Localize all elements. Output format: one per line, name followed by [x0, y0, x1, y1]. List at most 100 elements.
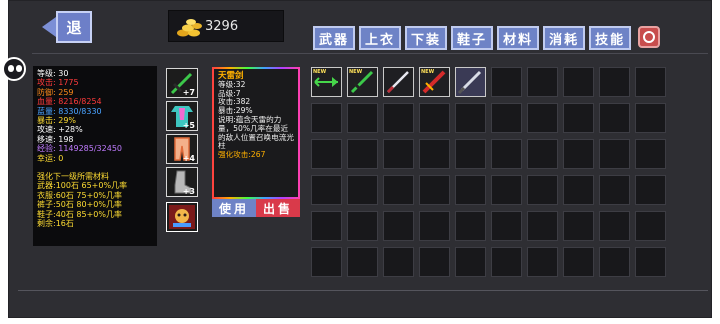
inventory-slot[interactable] [491, 211, 522, 241]
inventory-slot[interactable] [527, 67, 558, 97]
inventory-slot[interactable] [383, 247, 414, 277]
close-button[interactable] [638, 26, 660, 48]
inventory-slot[interactable] [311, 139, 342, 169]
stat-line: 攻击: 1775 [37, 78, 79, 88]
tab-shoes[interactable]: 鞋子 [451, 26, 494, 50]
inventory-slot[interactable] [527, 139, 558, 169]
tab-consumable[interactable]: 消耗 [543, 26, 586, 50]
inventory-slot[interactable] [491, 139, 522, 169]
equip-slot-skill[interactable] [166, 202, 198, 232]
inventory-slot[interactable] [635, 103, 666, 133]
back-button-label: 退 [56, 11, 92, 43]
inventory-slot[interactable] [347, 247, 378, 277]
inventory-slot[interactable] [347, 139, 378, 169]
equip-slot-bottom[interactable]: +4 [166, 134, 198, 164]
inventory-slot[interactable] [527, 211, 558, 241]
gold-counter: 3296 [168, 10, 284, 42]
inventory-slot[interactable] [599, 247, 630, 277]
equip-slot-shoes[interactable]: +3 [166, 167, 198, 197]
inventory-slot[interactable] [563, 103, 594, 133]
inventory-slot[interactable] [419, 139, 450, 169]
inventory-slot[interactable] [563, 139, 594, 169]
character-face-icon[interactable] [2, 57, 26, 81]
inventory-slot[interactable] [599, 103, 630, 133]
equip-slot-weapon[interactable]: +7 [166, 68, 198, 98]
stat-line: 血量: 8216/8254 [37, 97, 102, 107]
item-actions: 使用 出售 [212, 199, 300, 217]
tab-skill[interactable]: 技能 [589, 26, 632, 50]
inventory-slot[interactable] [419, 211, 450, 241]
inventory-slot[interactable] [383, 139, 414, 169]
inventory-slot[interactable] [491, 247, 522, 277]
inventory-slot[interactable] [491, 67, 522, 97]
inventory-slot[interactable] [491, 103, 522, 133]
stat-line: 剩余:16石 [37, 219, 74, 229]
enhance-level: +5 [182, 121, 195, 130]
inventory-slot[interactable] [635, 67, 666, 97]
inventory-slot[interactable] [599, 175, 630, 205]
inventory-slot[interactable]: NEW [311, 67, 342, 97]
inventory-slot[interactable] [419, 175, 450, 205]
inventory-slot[interactable] [311, 103, 342, 133]
inventory-slot[interactable] [455, 247, 486, 277]
stat-line: 衣服:60石 75+0%几率 [37, 190, 122, 200]
equip-slot-top[interactable]: +5 [166, 101, 198, 131]
back-button[interactable]: 退 [42, 11, 94, 43]
inventory-slot[interactable] [563, 247, 594, 277]
inventory-slot[interactable] [635, 139, 666, 169]
inventory-slot[interactable] [311, 211, 342, 241]
new-badge: NEW [421, 69, 435, 75]
sell-button[interactable]: 出售 [256, 199, 300, 217]
tab-material[interactable]: 材料 [497, 26, 540, 50]
inventory-slot[interactable] [347, 175, 378, 205]
tab-top[interactable]: 上衣 [359, 26, 402, 50]
inventory-slot[interactable] [455, 139, 486, 169]
eye-icon [8, 65, 14, 72]
inventory-slot[interactable] [635, 211, 666, 241]
inventory-slot[interactable] [347, 211, 378, 241]
inventory-slot[interactable] [527, 103, 558, 133]
stat-line [37, 163, 153, 172]
inventory-slot[interactable] [455, 103, 486, 133]
inventory-slot[interactable] [455, 211, 486, 241]
inventory-slot[interactable]: NEW [419, 67, 450, 97]
item-tooltip: 天雷剑 等级:32 品级:7 攻击:382 暴击:29% 说明:蕴含天雷的力量，… [212, 67, 300, 199]
stat-line: 移速: 198 [37, 134, 74, 144]
inventory-slot[interactable] [383, 211, 414, 241]
inventory-slot[interactable] [599, 67, 630, 97]
lightning-sword-icon [384, 71, 413, 100]
inventory-slot[interactable] [419, 247, 450, 277]
inventory-slot[interactable] [455, 175, 486, 205]
tab-weapon[interactable]: 武器 [313, 26, 356, 50]
inventory-slot[interactable] [311, 175, 342, 205]
inventory-slot[interactable] [635, 175, 666, 205]
inventory-slot[interactable] [383, 103, 414, 133]
inventory-slot[interactable] [455, 67, 486, 97]
inventory-slot[interactable] [491, 175, 522, 205]
inventory-slot[interactable] [383, 67, 414, 97]
inventory-slot[interactable] [527, 247, 558, 277]
stat-line: 幸运: 0 [37, 153, 64, 163]
inventory-slot[interactable] [419, 103, 450, 133]
inventory-slot[interactable] [527, 175, 558, 205]
divider [32, 53, 708, 54]
inventory-tabs: 武器 上衣 下装 鞋子 材料 消耗 技能 [313, 26, 632, 50]
stat-line: 经验: 1149285/32450 [37, 144, 123, 154]
inventory-slot[interactable] [563, 211, 594, 241]
inventory-slot[interactable]: NEW [347, 67, 378, 97]
inventory-slot[interactable] [635, 247, 666, 277]
tab-bottom[interactable]: 下装 [405, 26, 448, 50]
inventory-slot[interactable] [347, 103, 378, 133]
inventory-slot[interactable] [563, 175, 594, 205]
inventory-slot[interactable] [311, 247, 342, 277]
gold-amount: 3296 [205, 19, 239, 34]
gold-coins-icon [177, 19, 202, 37]
stat-line: 蓝量: 8330/8330 [37, 106, 102, 116]
inventory-slot[interactable] [563, 67, 594, 97]
stat-line: 裤子:50石 80+0%几率 [37, 200, 122, 210]
skill-icon [169, 205, 195, 229]
inventory-slot[interactable] [599, 211, 630, 241]
use-button[interactable]: 使用 [212, 199, 256, 217]
inventory-slot[interactable] [383, 175, 414, 205]
inventory-slot[interactable] [599, 139, 630, 169]
